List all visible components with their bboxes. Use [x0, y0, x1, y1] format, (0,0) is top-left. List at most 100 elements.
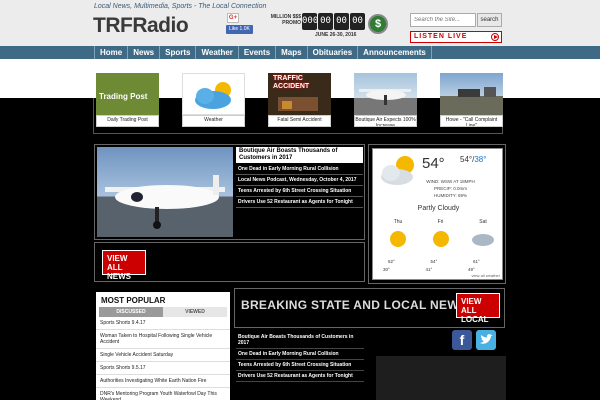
promo-date: JUNE 26-30, 2016 — [315, 32, 357, 38]
list-item[interactable]: DNR's Mentoring Program Youth Waterfowl … — [96, 388, 230, 400]
weather-widget: 54° 54°/38° WIND: WSW AT 18MPH PRECIP: 0… — [372, 148, 503, 280]
dollar-icon[interactable]: $ — [368, 14, 388, 34]
breaking-list: Boutique Air Boasts Thousands of Custome… — [236, 332, 364, 382]
twitter-bird-icon — [480, 334, 493, 344]
weather-credit-link[interactable]: view all weather — [472, 273, 500, 278]
list-item[interactable]: One Dead in Early Morning Rural Collisio… — [236, 349, 364, 360]
weather-details: WIND: WSW AT 18MPH PRECIP: 0.0mm HUMIDIT… — [403, 178, 498, 199]
forecast-day: Fri 54° 41° — [426, 219, 456, 274]
promo-countdown: 000 00 00 00 — [302, 13, 365, 30]
day-hi: 61° — [473, 259, 480, 264]
trading-post-overlay: Trading Post — [99, 92, 148, 101]
sun-cloud-icon — [195, 82, 231, 109]
nav-item-sports[interactable]: Sports — [160, 46, 197, 59]
list-item[interactable]: Sports Shorts 9.5.17 — [96, 362, 230, 375]
facebook-icon[interactable]: f — [452, 330, 472, 350]
listen-live-label: LISTEN LIVE — [414, 33, 468, 40]
thumb-caption: Fatal Semi Accident — [268, 115, 331, 127]
sun-icon — [432, 231, 449, 247]
twitter-icon[interactable] — [476, 330, 496, 350]
hi-temp: 54° — [460, 155, 473, 164]
search-button[interactable]: search — [477, 13, 502, 27]
sun-icon — [390, 231, 406, 247]
nav-item-home[interactable]: Home — [94, 46, 129, 59]
nav-item-news[interactable]: News — [128, 46, 161, 59]
play-icon — [491, 33, 499, 41]
list-item[interactable]: Local News Podcast, Wednesday, October 4… — [236, 175, 363, 186]
countdown-digit: 00 — [350, 13, 365, 30]
thumb-accident[interactable]: TRAFFIC ACCIDENT Fatal Semi Accident — [268, 73, 331, 127]
list-item[interactable]: Sports Shorts 9.4.17 — [96, 317, 230, 330]
list-item[interactable]: Single Vehicle Accident Saturday — [96, 349, 230, 362]
slider-thumbnails: Trading Post Daily Trading Post Weather … — [96, 73, 503, 127]
thumb-howe[interactable]: Howe - "Call Complaint Line" — [440, 73, 503, 127]
cloud-icon — [472, 234, 494, 246]
forecast-days: Thu 52° 30° Fri 54° 41° Sat 61° 49° — [383, 219, 498, 274]
list-item[interactable]: Drivers Use 52 Restaurant as Agents for … — [236, 371, 364, 382]
day-lo: 49° — [468, 267, 475, 272]
current-temp: 54° — [422, 155, 445, 172]
facebook-like-button[interactable]: Like 1.0K — [226, 25, 253, 34]
weather-image — [182, 73, 245, 115]
countdown-digit: 00 — [334, 13, 349, 30]
list-item[interactable]: Authorities Investigating White Earth Na… — [96, 375, 230, 388]
farm-field-icon — [458, 87, 496, 97]
google-plus-button[interactable]: G+ — [227, 13, 239, 23]
wind: WIND: WSW AT 18MPH — [426, 179, 475, 184]
thumb-caption: Howe - "Call Complaint Line" — [440, 115, 503, 127]
most-popular-panel: MOST POPULAR DISCUSSED VIEWED Sports Sho… — [96, 292, 230, 400]
trading-post-image: Trading Post — [96, 73, 159, 115]
thumb-caption: Boutique Air Expects 100% Increase — [354, 115, 417, 127]
main-nav: Home News Sports Weather Events Maps Obi… — [0, 46, 600, 59]
weather-condition: Partly Cloudy — [417, 205, 460, 212]
most-popular-title: MOST POPULAR — [101, 296, 166, 305]
forecast-day: Thu 52° 30° — [383, 219, 413, 274]
nav-item-obituaries[interactable]: Obituaries — [308, 46, 359, 59]
airplane-icon — [105, 175, 225, 229]
thumb-trading-post[interactable]: Trading Post Daily Trading Post — [96, 73, 159, 127]
list-item[interactable]: Drivers Use 52 Restaurant as Agents for … — [236, 197, 363, 208]
precip: PRECIP: 0.0mm — [433, 186, 467, 191]
listen-live-button[interactable]: LISTEN LIVE — [410, 31, 502, 43]
thumb-caption: Weather — [182, 115, 245, 127]
list-item[interactable]: Boutique Air Boasts Thousands of Custome… — [236, 332, 364, 349]
list-item[interactable]: Teens Arrested by 6th Street Crossing Si… — [236, 186, 363, 197]
thumb-caption: Daily Trading Post — [96, 115, 159, 127]
site-header: Local News, Multimedia, Sports - The Loc… — [0, 0, 600, 46]
list-item[interactable]: One Dead in Early Morning Rural Collisio… — [236, 164, 363, 175]
countdown-digit: 000 — [302, 13, 318, 30]
day-hi: 54° — [430, 259, 438, 264]
view-all-local-button[interactable]: VIEW ALL LOCAL — [456, 293, 500, 324]
popular-tabs: DISCUSSED VIEWED — [99, 307, 227, 317]
tab-discussed[interactable]: DISCUSSED — [99, 307, 163, 317]
nav-item-maps[interactable]: Maps — [276, 46, 308, 59]
list-item[interactable]: Woman Taken to Hospital Following Single… — [96, 330, 230, 349]
featured-headline[interactable]: Boutique Air Boasts Thousands of Custome… — [236, 147, 363, 163]
day-lo: 41° — [425, 267, 433, 272]
search-input[interactable] — [410, 13, 476, 27]
airplane-icon — [359, 89, 411, 105]
thumb-weather[interactable]: Weather — [182, 73, 245, 127]
view-all-news-button[interactable]: VIEW ALL NEWS — [102, 250, 146, 281]
list-item[interactable]: Teens Arrested by 6th Street Crossing Si… — [236, 360, 364, 371]
thumb-boutique-air[interactable]: Boutique Air Expects 100% Increase — [354, 73, 417, 127]
site-tagline: Local News, Multimedia, Sports - The Loc… — [94, 3, 267, 10]
accident-image: TRAFFIC ACCIDENT — [268, 73, 331, 115]
forecast-day: Sat 61° 49° — [468, 219, 498, 274]
featured-list: One Dead in Early Morning Rural Collisio… — [236, 164, 363, 208]
tab-viewed[interactable]: VIEWED — [163, 307, 227, 317]
site-logo[interactable]: TRFRadio — [93, 14, 189, 38]
breaking-news-title: BREAKING STATE AND LOCAL NEWS — [241, 298, 468, 312]
plane-image — [354, 73, 417, 115]
field-image — [440, 73, 503, 115]
lo-temp: 38° — [474, 155, 487, 164]
nav-item-events[interactable]: Events — [239, 46, 277, 59]
featured-plane-image[interactable] — [97, 147, 233, 237]
hi-lo-temp: 54°/38° — [460, 155, 487, 164]
million-promo-label: MILLION $$$ PROMO — [270, 14, 301, 26]
countdown-digit: 00 — [318, 13, 333, 30]
ad-placeholder — [376, 356, 506, 400]
crash-scene-icon — [278, 97, 318, 111]
nav-item-weather[interactable]: Weather — [196, 46, 239, 59]
nav-item-announcements[interactable]: Announcements — [358, 46, 432, 59]
